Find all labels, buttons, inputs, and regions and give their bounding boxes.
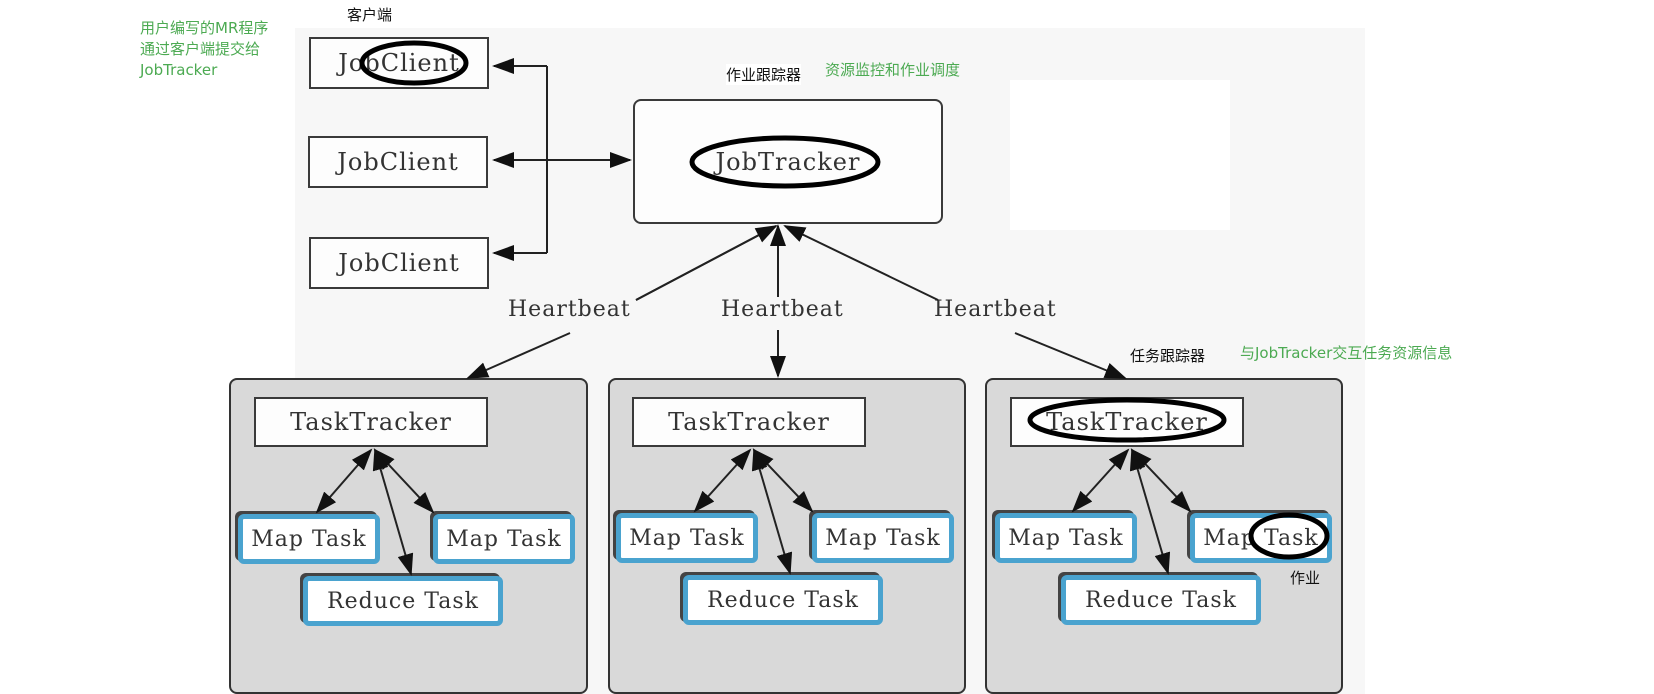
heartbeat-arrow (783, 225, 939, 301)
highlight-ellipse-task (1248, 512, 1330, 560)
task-arrow (693, 448, 752, 513)
heartbeat-arrow (1014, 332, 1127, 379)
heartbeat-arrow (635, 225, 778, 301)
highlight-ellipse-jobtracker (689, 135, 881, 189)
highlight-ellipse-jobclient (359, 40, 469, 86)
connector-layer (315, 40, 1330, 576)
task-arrow (315, 448, 373, 514)
task-arrow (1071, 448, 1130, 513)
heartbeat-arrow (466, 332, 571, 379)
highlight-ellipse-tasktracker (1027, 397, 1227, 443)
